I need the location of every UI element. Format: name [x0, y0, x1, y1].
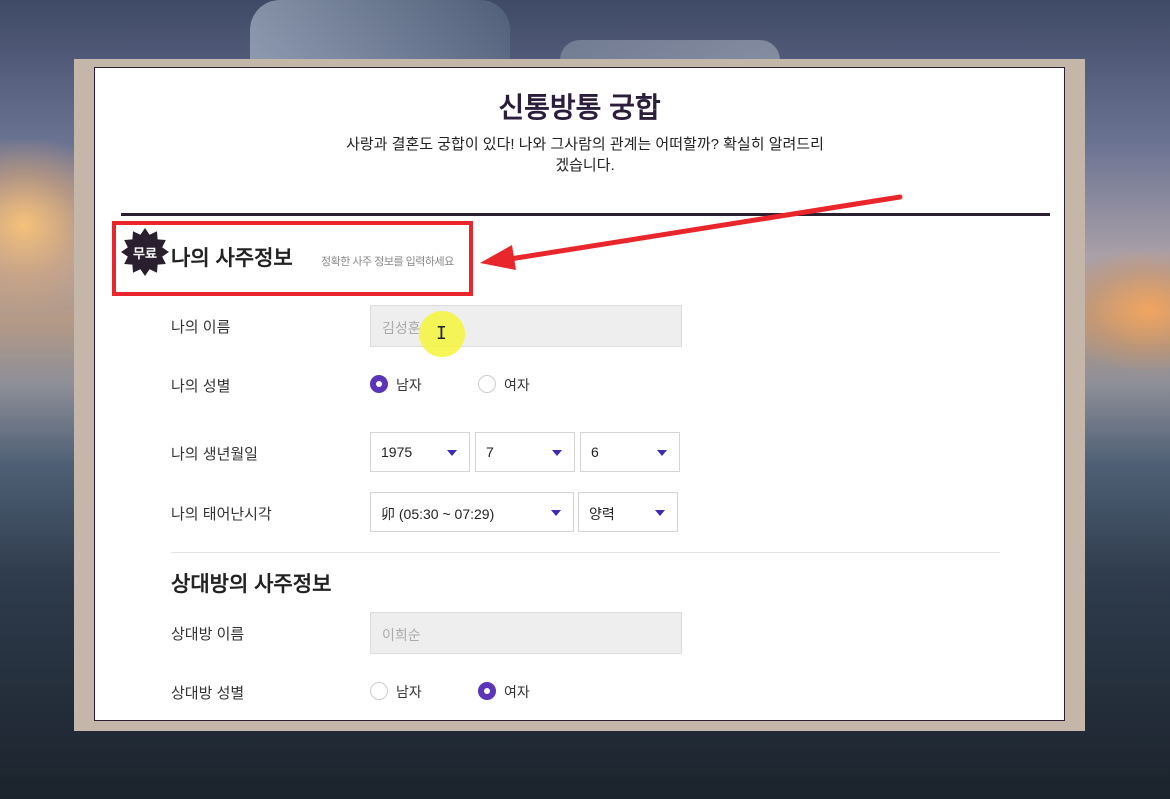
partner-section-title: 상대방의 사주정보 [171, 573, 332, 596]
caret-down-icon [655, 510, 665, 516]
my-gender-female-label[interactable]: 여자 [504, 375, 530, 395]
birth-month-value: 7 [486, 444, 494, 460]
background-glass [250, 0, 510, 60]
my-name-label: 나의 이름 [171, 319, 231, 336]
partner-name-label: 상대방 이름 [171, 626, 245, 643]
text-cursor-icon: I [436, 323, 447, 344]
caret-down-icon [551, 510, 561, 516]
partner-gender-female-label[interactable]: 여자 [504, 682, 530, 702]
my-gender-male-label[interactable]: 남자 [396, 375, 422, 395]
page-title: 신통방통 궁합 [498, 92, 661, 123]
caret-down-icon [552, 450, 562, 456]
my-gender-female-radio[interactable] [478, 375, 496, 393]
birth-month-select[interactable]: 7 [475, 432, 575, 472]
my-birthdate-label: 나의 생년월일 [171, 446, 258, 463]
annotation-highlight-box [112, 221, 473, 296]
birth-day-select[interactable]: 6 [580, 432, 680, 472]
compatibility-form-card: 신통방통 궁합 사랑과 결혼도 궁합이 있다! 나와 그사람의 관계는 어떠할까… [94, 67, 1065, 721]
my-gender-label: 나의 성별 [171, 378, 231, 395]
calendar-type-value: 양력 [589, 506, 615, 522]
birth-year-value: 1975 [381, 444, 413, 460]
partner-gender-label: 상대방 성별 [171, 685, 245, 702]
birth-time-select[interactable]: 卯 (05:30 ~ 07:29) [370, 492, 574, 532]
partner-gender-female-radio[interactable] [478, 682, 496, 700]
partner-gender-male-radio[interactable] [370, 682, 388, 700]
partner-gender-male-label[interactable]: 남자 [396, 682, 422, 702]
page-subtitle: 사랑과 결혼도 궁합이 있다! 나와 그사람의 관계는 어떠할까? 확실히 알려… [346, 136, 824, 174]
birth-year-select[interactable]: 1975 [370, 432, 470, 472]
my-gender-male-radio[interactable] [370, 375, 388, 393]
caret-down-icon [447, 450, 457, 456]
arrow-annotation-icon [480, 194, 903, 270]
caret-down-icon [657, 450, 667, 456]
my-name-input[interactable]: 김성훈 [370, 305, 682, 347]
my-birthtime-label: 나의 태어난시각 [171, 506, 272, 523]
birth-day-value: 6 [591, 444, 599, 460]
section-divider [171, 552, 1000, 553]
calendar-type-select[interactable]: 양력 [578, 492, 678, 532]
partner-name-input[interactable]: 이희순 [370, 612, 682, 654]
birth-time-value: 卯 (05:30 ~ 07:29) [381, 506, 495, 522]
